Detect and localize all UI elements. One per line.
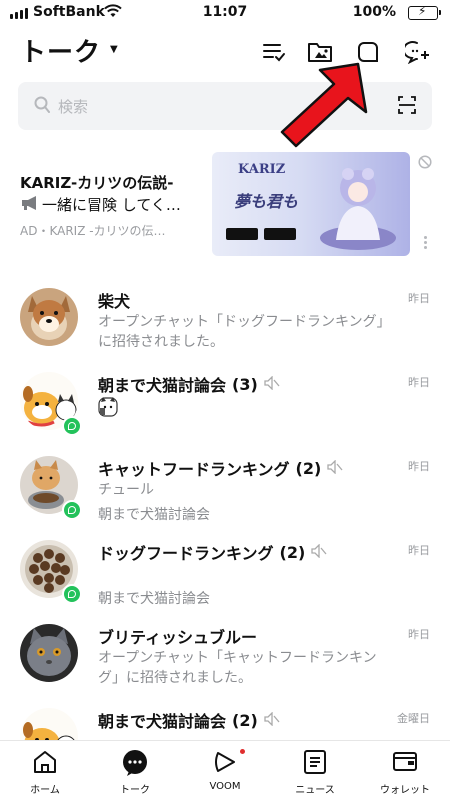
open-chat-badge-icon [62, 584, 82, 604]
google-play-badge-icon [264, 228, 296, 240]
battery-icon: ⚡ [408, 4, 441, 20]
wallet-icon [392, 749, 418, 777]
chat-row[interactable]: 柴犬 昨日 オープンチャット「ドッグフードランキング」に招待されました。 [0, 278, 450, 362]
chat-name: ドッグフードランキング (2) [98, 540, 327, 564]
avatar [20, 288, 78, 346]
chat-list: 柴犬 昨日 オープンチャット「ドッグフードランキング」に招待されました。 朝まで… [0, 278, 450, 782]
talk-icon [121, 749, 149, 781]
chat-time: 昨日 [408, 376, 430, 389]
ad-meta: AD・KARIZ -カリツの伝… [20, 224, 166, 238]
ad-title[interactable]: KARIZ-カリツの伝説- [20, 172, 173, 193]
chat-last-message: チュール [98, 482, 154, 498]
chat-name-text: ブリティッシュブルー [98, 628, 258, 647]
chevron-down-icon[interactable]: ▼ [110, 44, 118, 55]
chat-name: 朝まで犬猫討論会 (2) [98, 708, 280, 732]
battery-percent: 100% [352, 4, 396, 20]
bottom-nav: ホーム トーク VOOM ニュース ウォレット [0, 740, 450, 800]
search-input[interactable]: 検索 [58, 96, 88, 117]
open-chat-badge-icon [62, 500, 82, 520]
voom-icon [212, 749, 238, 779]
tab-talk[interactable]: トーク [90, 741, 180, 800]
mute-icon [264, 710, 280, 730]
qr-scan-icon[interactable] [398, 96, 416, 118]
ad-image-headline: 夢も君も [234, 192, 299, 211]
header: トーク ▼ [0, 30, 450, 74]
chat-name: ブリティッシュブルー [98, 624, 257, 648]
avatar [20, 624, 78, 682]
new-chat-icon[interactable] [404, 38, 432, 66]
open-chat-badge-icon [62, 416, 82, 436]
chat-time: 昨日 [408, 460, 430, 473]
hide-ad-icon[interactable] [418, 154, 432, 173]
page-title[interactable]: トーク [20, 32, 101, 69]
chat-name-text: ドッグフードランキング [98, 544, 274, 563]
chat-community-name: 朝まで犬猫討論会 [98, 507, 210, 523]
chat-name: 柴犬 [98, 288, 130, 312]
app-store-badge-icon [226, 228, 258, 240]
member-count: (3) [232, 374, 258, 394]
home-icon [32, 749, 58, 779]
ad-banner[interactable]: KARIZ-カリツの伝説- 一緒に冒険 してく… AD・KARIZ -カリツの伝… [0, 150, 450, 258]
chat-name: 朝まで犬猫討論会 (3) [98, 372, 280, 396]
chat-name-text: 朝まで犬猫討論会 [98, 376, 227, 395]
tab-home[interactable]: ホーム [0, 741, 90, 800]
ad-image-logo: KARIZ [238, 162, 286, 177]
tab-voom[interactable]: VOOM [180, 741, 270, 800]
news-icon [303, 749, 327, 779]
notification-dot [240, 749, 245, 754]
chat-last-message: オープンチャット「ドッグフードランキング」に招待されました。 [98, 314, 384, 350]
mute-icon [264, 374, 280, 394]
chat-name-text: 柴犬 [98, 292, 131, 311]
megaphone-icon [20, 195, 40, 215]
tab-wallet-label: ウォレット [380, 785, 430, 796]
tab-news-label: ニュース [295, 785, 335, 796]
chat-time: 昨日 [408, 628, 430, 641]
sticker-preview-icon [98, 396, 386, 424]
tab-home-label: ホーム [30, 785, 60, 796]
chat-name-text: 朝まで犬猫討論会 [98, 712, 227, 731]
ad-character-image [320, 168, 396, 250]
ad-description-text: 一緒に冒険 してく… [42, 196, 181, 214]
chat-community-name: 朝まで犬猫討論会 [98, 591, 210, 607]
chat-row[interactable]: 朝まで犬猫討論会 (3) 昨日 [0, 362, 450, 446]
search-icon [34, 96, 50, 118]
ad-image[interactable]: KARIZ 夢も君も [212, 152, 410, 256]
member-count: (2) [295, 458, 322, 478]
chat-time: 昨日 [408, 292, 430, 305]
chat-row[interactable]: キャットフードランキング (2) 昨日 チュール 朝まで犬猫討論会 [0, 446, 450, 530]
more-options-icon[interactable] [424, 236, 428, 251]
chat-last-message: オープンチャット「キャットフードランキング」に招待されました。 [98, 650, 377, 686]
tab-news[interactable]: ニュース [270, 741, 360, 800]
ad-description: 一緒に冒険 してく… [20, 194, 181, 215]
member-count: (2) [279, 542, 306, 562]
mute-icon [327, 458, 343, 478]
tab-voom-label: VOOM [209, 781, 241, 792]
status-bar: SoftBank 11:07 100% ⚡ [0, 0, 450, 26]
red-arrow-icon [280, 62, 368, 148]
chat-time: 金曜日 [397, 712, 430, 725]
chat-row[interactable]: ドッグフードランキング (2) 昨日 朝まで犬猫討論会 [0, 530, 450, 614]
tab-wallet[interactable]: ウォレット [360, 741, 450, 800]
tab-talk-label: トーク [120, 785, 150, 796]
member-count: (2) [232, 710, 258, 730]
chat-time: 昨日 [408, 544, 430, 557]
chat-name: キャットフードランキング (2) [98, 456, 343, 480]
chat-name-text: キャットフードランキング [98, 460, 290, 479]
mute-icon [311, 542, 327, 562]
chat-row[interactable]: ブリティッシュブルー 昨日 オープンチャット「キャットフードランキング」に招待さ… [0, 614, 450, 698]
